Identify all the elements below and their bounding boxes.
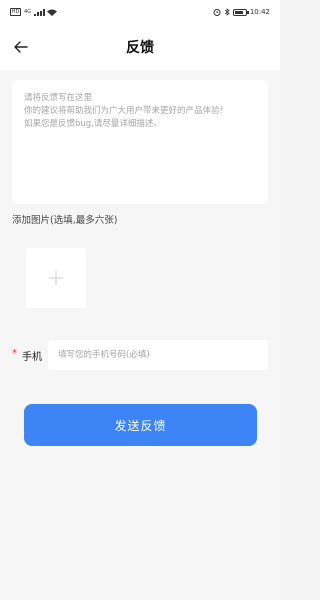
sim-icon: HD [10,8,21,16]
app-header: 反馈 [0,24,280,70]
status-bar: HD 4G 10:42 [0,0,280,24]
wifi-icon [47,9,58,16]
phone-input[interactable] [48,340,268,370]
network-type: 4G [24,9,32,15]
add-image-button[interactable] [26,248,86,308]
status-bar-left: HD 4G [10,8,58,16]
status-bar-right: 10:42 [213,8,270,16]
feedback-form: 请将反馈写在这里 你的建议将帮助我们为广大用户带来更好的产品体验! 如果您是反馈… [0,70,280,600]
battery-fill [234,10,243,14]
add-images-label: 添加图片(选填,最多六张) [12,215,118,226]
submit-feedback-button[interactable]: 发送反馈 [24,404,257,446]
clock-time: 10:42 [249,8,270,16]
feedback-textarea[interactable]: 请将反馈写在这里 你的建议将帮助我们为广大用户带来更好的产品体验! 如果您是反馈… [12,80,268,204]
phone-row: * 手机 [12,340,268,370]
required-mark: * [12,348,17,359]
plus-icon [49,271,63,285]
page-title: 反馈 [126,40,154,56]
arrow-left-icon [14,41,28,53]
alarm-icon [213,9,221,16]
feedback-placeholder: 请将反馈写在这里 你的建议将帮助我们为广大用户带来更好的产品体验! 如果您是反馈… [24,93,223,129]
bluetooth-icon [224,8,230,16]
signal-icon [34,8,46,16]
phone-label: 手机 [22,352,42,363]
battery-icon [232,8,249,16]
back-button[interactable] [10,36,32,58]
